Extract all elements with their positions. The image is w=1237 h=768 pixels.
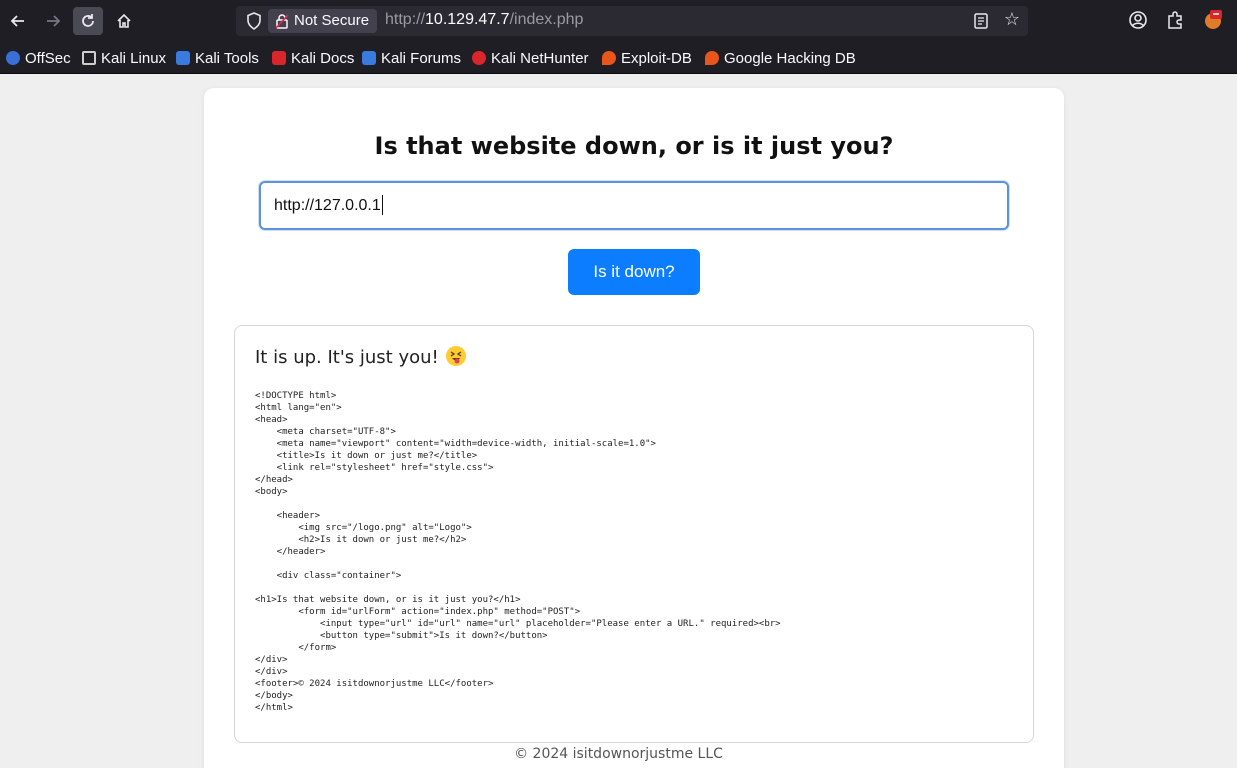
kali-dragon-icon xyxy=(82,51,96,65)
url-text[interactable]: http://10.129.47.7/index.php xyxy=(385,11,583,29)
address-bar[interactable]: Not Secure http://10.129.47.7/index.php … xyxy=(236,6,1028,36)
url-input-value: http://127.0.0.1 xyxy=(274,197,381,214)
result-source-code: <!DOCTYPE html> <html lang="en"> <head> … xyxy=(255,391,781,713)
bookmarks-bar: OffSec Kali Linux Kali Tools Kali Docs K… xyxy=(0,42,1237,74)
reload-button[interactable] xyxy=(73,7,103,35)
result-panel: It is up. It's just you! <!DOCTYPE html>… xyxy=(234,325,1034,743)
url-path: /index.php xyxy=(509,11,584,28)
bookmark-star-icon[interactable]: ☆ xyxy=(1004,9,1020,30)
url-prefix: http:// xyxy=(385,11,426,28)
is-it-down-button[interactable]: Is it down? xyxy=(568,249,700,295)
reader-view-icon[interactable] xyxy=(972,12,990,30)
arrow-left-icon xyxy=(10,15,24,27)
text-caret xyxy=(382,195,383,215)
bookmark-offsec[interactable]: OffSec xyxy=(6,48,71,68)
url-input[interactable]: http://127.0.0.1 xyxy=(259,181,1009,230)
bookmark-google-hacking-db[interactable]: Google Hacking DB xyxy=(705,48,856,68)
tongue-out-emoji-icon xyxy=(446,346,467,366)
result-title-text: It is up. It's just you! xyxy=(255,347,439,368)
browser-toolbar: Not Secure http://10.129.47.7/index.php … xyxy=(0,0,1237,42)
offsec-icon xyxy=(6,51,20,65)
not-secure-badge[interactable]: Not Secure xyxy=(268,9,378,33)
foxyproxy-icon[interactable] xyxy=(1202,9,1224,31)
url-host: 10.129.47.7 xyxy=(425,11,510,28)
nethunter-icon xyxy=(472,51,486,65)
bookmark-label: Kali NetHunter xyxy=(491,49,589,67)
bookmark-kali-forums[interactable]: Kali Forums xyxy=(362,48,461,68)
main-card: Is that website down, or is it just you?… xyxy=(204,88,1064,768)
bookmark-kali-nethunter[interactable]: Kali NetHunter xyxy=(472,48,589,68)
account-icon[interactable] xyxy=(1127,9,1149,31)
bookmark-kali-docs[interactable]: Kali Docs xyxy=(272,48,354,68)
page-footer: © 2024 isitdownorjustme LLC xyxy=(514,746,723,762)
arrow-right-icon xyxy=(47,15,61,27)
insecure-lock-icon xyxy=(275,14,289,29)
bookmark-label: Kali Docs xyxy=(291,49,355,67)
bookmark-label: Kali Linux xyxy=(101,49,167,67)
bookmark-label: Exploit-DB xyxy=(621,49,692,67)
forward-button[interactable] xyxy=(38,7,68,35)
shield-icon[interactable] xyxy=(244,11,264,31)
bookmark-label: OffSec xyxy=(25,49,71,67)
bookmark-kali-tools[interactable]: Kali Tools xyxy=(176,48,259,68)
extensions-icon[interactable] xyxy=(1164,9,1186,31)
bookmark-label: Kali Forums xyxy=(381,49,462,67)
kali-forums-icon xyxy=(362,51,376,65)
bookmark-label: Kali Tools xyxy=(195,49,259,67)
reload-icon xyxy=(82,14,94,27)
back-button[interactable] xyxy=(3,7,33,35)
kali-docs-icon xyxy=(272,51,286,65)
ghdb-icon xyxy=(705,51,719,65)
kali-tools-icon xyxy=(176,51,190,65)
not-secure-label: Not Secure xyxy=(294,12,370,29)
page-title: Is that website down, or is it just you? xyxy=(374,132,894,160)
exploit-db-icon xyxy=(602,51,616,65)
home-button[interactable] xyxy=(109,7,139,35)
bookmark-kali-linux[interactable]: Kali Linux xyxy=(82,48,166,68)
bookmark-exploit-db[interactable]: Exploit-DB xyxy=(602,48,692,68)
result-heading: It is up. It's just you! xyxy=(255,346,467,368)
home-icon xyxy=(117,13,131,28)
bookmark-label: Google Hacking DB xyxy=(724,49,856,67)
page-viewport: Is that website down, or is it just you?… xyxy=(0,74,1237,768)
